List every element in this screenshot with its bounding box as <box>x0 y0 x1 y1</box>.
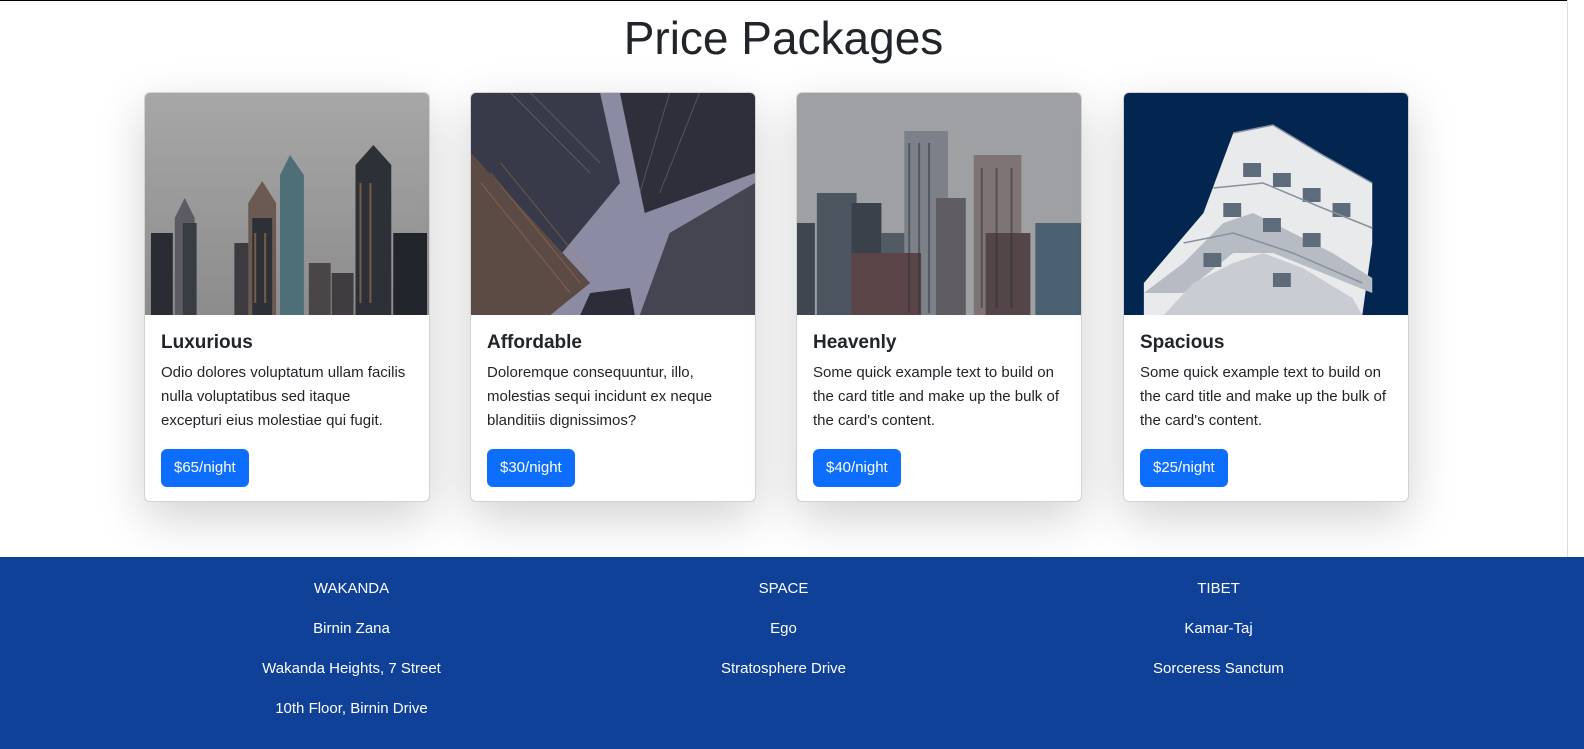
footer-column-wakanda: WAKANDA Birnin Zana Wakanda Heights, 7 S… <box>134 577 569 737</box>
price-card-spacious: Spacious Some quick example text to buil… <box>1123 92 1409 502</box>
price-cards: Luxurious Odio dolores voluptatum ullam … <box>144 92 1424 502</box>
price-button-affordable[interactable]: $30/night <box>487 449 575 487</box>
footer-heading: WAKANDA <box>313 580 390 597</box>
card-body: Spacious Some quick example text to buil… <box>1124 315 1408 501</box>
price-button-spacious[interactable]: $25/night <box>1140 449 1228 487</box>
card-body: Luxurious Odio dolores voluptatum ullam … <box>145 315 429 501</box>
footer-address-line: Sorceress Sanctum <box>1153 660 1284 677</box>
footer-address-line: 10th Floor, Birnin Drive <box>275 700 428 717</box>
price-card-luxurious: Luxurious Odio dolores voluptatum ullam … <box>144 92 430 502</box>
footer-column-tibet: TIBET Kamar-Taj Sorceress Sanctum <box>1001 577 1436 697</box>
modern-building-image <box>1124 93 1408 315</box>
card-text: Doloremque consequuntur, illo, molestias… <box>487 364 713 429</box>
footer: WAKANDA Birnin Zana Wakanda Heights, 7 S… <box>0 557 1584 749</box>
footer-address-line: Birnin Zana <box>313 620 390 637</box>
top-border <box>0 0 1584 1</box>
footer-column-space: SPACE Ego Stratosphere Drive <box>566 577 1001 697</box>
skyline-towers-image <box>145 93 429 315</box>
footer-address-line: Stratosphere Drive <box>720 660 847 677</box>
footer-heading: TIBET <box>1197 580 1240 597</box>
page-title: Price Packages <box>623 12 944 64</box>
scrollbar[interactable] <box>1567 0 1584 557</box>
footer-address-line: Ego <box>770 620 797 637</box>
city-skyline-image <box>797 93 1081 315</box>
footer-heading: SPACE <box>758 580 809 597</box>
card-text: Some quick example text to build on the … <box>1140 364 1386 429</box>
card-body: Heavenly Some quick example text to buil… <box>797 315 1081 501</box>
card-text: Some quick example text to build on the … <box>813 364 1059 429</box>
card-title: Luxurious <box>161 332 253 353</box>
card-title: Spacious <box>1140 332 1225 353</box>
card-title: Affordable <box>487 332 582 353</box>
footer-address-line: Wakanda Heights, 7 Street <box>262 660 441 677</box>
looking-up-buildings-image <box>471 93 755 315</box>
card-title: Heavenly <box>813 332 897 353</box>
footer-address-line: Kamar-Taj <box>1184 620 1253 637</box>
card-body: Affordable Doloremque consequuntur, illo… <box>471 315 755 501</box>
price-button-heavenly[interactable]: $40/night <box>813 449 901 487</box>
price-card-heavenly: Heavenly Some quick example text to buil… <box>796 92 1082 502</box>
card-text: Odio dolores voluptatum ullam facilis nu… <box>161 364 406 429</box>
price-button-luxurious[interactable]: $65/night <box>161 449 249 487</box>
price-card-affordable: Affordable Doloremque consequuntur, illo… <box>470 92 756 502</box>
